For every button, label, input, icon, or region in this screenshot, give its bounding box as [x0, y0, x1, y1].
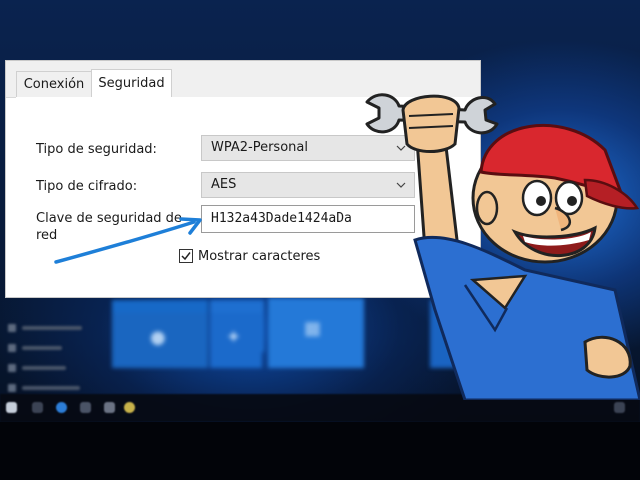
tile-store: ▦ [268, 298, 364, 368]
explorer-icon [80, 402, 91, 413]
skype-icon: ● [150, 327, 166, 348]
start-icon [6, 402, 17, 413]
store-icon [104, 402, 115, 413]
tile-skype: ● [112, 313, 208, 368]
menu-row [8, 318, 98, 338]
menu-row [8, 338, 98, 358]
menu-row [8, 358, 98, 378]
tray-icon [614, 402, 625, 413]
search-icon [32, 402, 43, 413]
tile-twitter: ✦ [210, 313, 262, 368]
edge-icon [56, 402, 67, 413]
checkmark-icon [181, 252, 191, 261]
encryption-type-value: AES [211, 177, 237, 192]
show-characters-label: Mostrar caracteres [198, 249, 321, 264]
security-type-label: Tipo de seguridad: [36, 142, 157, 157]
tab-seguridad[interactable]: Seguridad [91, 69, 172, 98]
store-icon: ▦ [304, 318, 322, 339]
show-characters-checkbox[interactable] [179, 249, 193, 263]
chrome-icon [124, 402, 135, 413]
tab-conexion[interactable]: Conexión [16, 71, 92, 97]
start-menu-sidebar [8, 318, 98, 398]
security-type-value: WPA2-Personal [211, 140, 308, 155]
encryption-type-label: Tipo de cifrado: [36, 179, 138, 194]
bottom-band [0, 422, 640, 480]
network-key-label: Clave de seguridad de red [36, 211, 182, 243]
twitter-icon: ✦ [226, 327, 242, 348]
repairman-mascot-illustration [365, 93, 640, 400]
